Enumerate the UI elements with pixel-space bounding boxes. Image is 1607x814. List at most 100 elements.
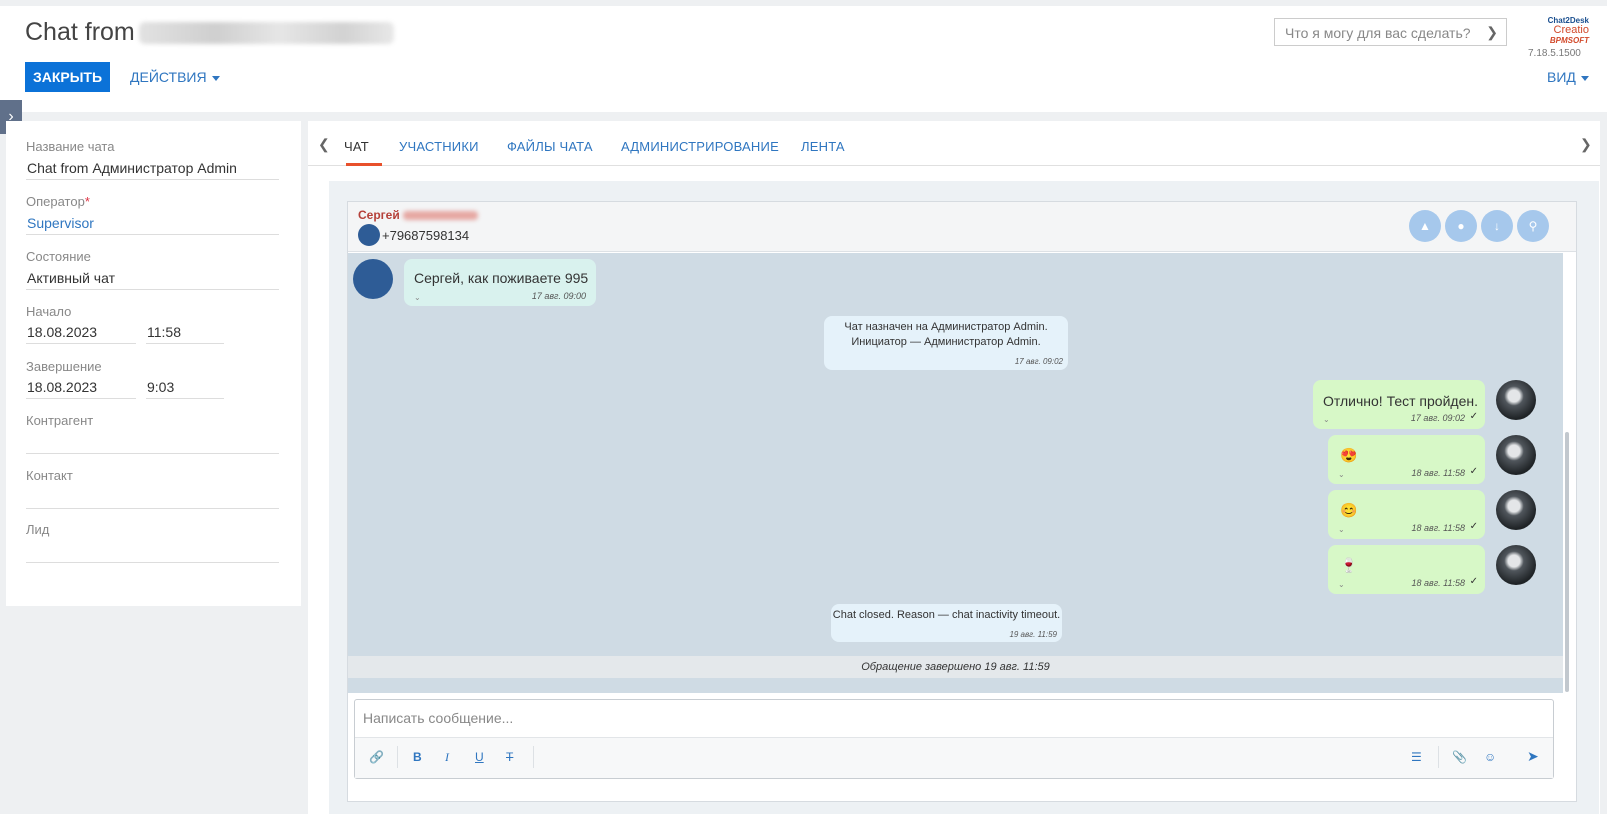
channel-cloud-icon — [358, 224, 380, 246]
message-time: 19 авг. 11:59 — [1009, 630, 1057, 639]
lead-input[interactable] — [26, 537, 279, 563]
message-incoming[interactable]: Сергей, как поживаете 995 ⌄ 17 авг. 09:0… — [404, 259, 596, 306]
tab-bar: ❮ ЧАТ УЧАСТНИКИ ФАЙЛЫ ЧАТА АДМИНИСТРИРОВ… — [308, 121, 1600, 166]
system-message-line2: Инициатор — Администратор Admin. — [851, 336, 1041, 348]
list-icon[interactable]: ☰ — [1411, 750, 1422, 764]
state-value[interactable]: Активный чат — [26, 264, 279, 290]
state-field[interactable]: Состояние Активный чат — [26, 249, 279, 290]
system-message: Чат назначен на Администратор Admin. Ини… — [824, 316, 1068, 370]
lead-label: Лид — [26, 522, 50, 537]
chat-widget: Сергей +79687598134 ▲ ● ↓ ⚲ Сергей, как … — [347, 201, 1577, 802]
chat-name-field[interactable]: Название чата Chat from Администратор Ad… — [26, 139, 279, 180]
message-outgoing[interactable]: Отлично! Тест пройден. ⌄ 17 авг. 09:02 ✓ — [1313, 380, 1485, 429]
message-outgoing[interactable]: 😍 ⌄ 18 авг. 11:58 ✓ — [1328, 435, 1485, 484]
tabs-scroll-left-icon[interactable]: ❮ — [318, 136, 330, 153]
view-label: ВИД — [1547, 69, 1576, 85]
message-text: Сергей, как поживаете 995 — [414, 270, 589, 286]
caret-down-icon — [211, 75, 220, 81]
message-emoji: 🍷 — [1340, 557, 1358, 573]
chevron-down-icon[interactable]: ⌄ — [1338, 470, 1345, 479]
send-icon[interactable]: ➤ — [1527, 748, 1539, 765]
message-outgoing[interactable]: 🍷 ⌄ 18 авг. 11:58 ✓ — [1328, 545, 1485, 594]
chat-area: Сергей +79687598134 ▲ ● ↓ ⚲ Сергей, как … — [329, 181, 1599, 814]
account-field[interactable]: Контрагент — [26, 413, 279, 454]
contact-phone: +79687598134 — [382, 228, 470, 243]
message-time: 17 авг. 09:00 — [531, 291, 586, 301]
start-field: Начало 18.08.2023 11:58 — [26, 304, 279, 360]
download-icon[interactable]: ↓ — [1481, 210, 1513, 242]
chat-tabs-panel: ❮ ЧАТ УЧАСТНИКИ ФАЙЛЫ ЧАТА АДМИНИСТРИРОВ… — [308, 121, 1600, 814]
end-time-input[interactable]: 9:03 — [146, 373, 224, 399]
attach-icon[interactable]: 📎 — [1452, 750, 1467, 764]
toolbar-divider — [533, 746, 534, 768]
contact-first-name: Сергей — [358, 208, 400, 222]
chat-name-value[interactable]: Chat from Администратор Admin — [26, 154, 279, 180]
close-button[interactable]: ЗАКРЫТЬ — [25, 62, 110, 92]
link-icon[interactable]: 🔗 — [369, 750, 384, 764]
start-date-input[interactable]: 18.08.2023 — [26, 318, 136, 344]
operator-label-text: Оператор — [26, 194, 85, 209]
message-list: Сергей, как поживаете 995 ⌄ 17 авг. 09:0… — [348, 253, 1563, 693]
contact-input[interactable] — [26, 483, 279, 509]
message-input[interactable]: Написать сообщение... — [355, 700, 1553, 738]
tab-participants[interactable]: УЧАСТНИКИ — [399, 139, 479, 154]
message-outgoing[interactable]: 😊 ⌄ 18 авг. 11:58 ✓ — [1328, 490, 1485, 539]
end-date-input[interactable]: 18.08.2023 — [26, 373, 136, 399]
chevron-down-icon[interactable]: ⌄ — [414, 293, 421, 302]
operator-field[interactable]: Оператор* Supervisor — [26, 194, 279, 235]
toolbar-divider — [397, 746, 398, 768]
view-menu-button[interactable]: ВИД — [1547, 69, 1589, 85]
caret-down-icon — [1580, 75, 1589, 81]
user-icon[interactable]: ▲ — [1409, 210, 1441, 242]
version-label: 7.18.5.1500 — [1528, 48, 1581, 59]
lead-field[interactable]: Лид — [26, 522, 279, 563]
chat-details-panel: Название чата Chat from Администратор Ad… — [6, 121, 301, 606]
tab-chat[interactable]: ЧАТ — [344, 139, 369, 154]
composer-toolbar: 🔗 B I U T ☰ 📎 ☺ ➤ — [355, 738, 1553, 778]
comment-icon[interactable]: ● — [1445, 210, 1477, 242]
page-title-text: Chat from — [25, 18, 135, 46]
search-icon[interactable]: ⚲ — [1517, 210, 1549, 242]
delivered-check-icon: ✓ — [1469, 576, 1478, 587]
chevron-right-icon[interactable]: ❯ — [1486, 24, 1498, 41]
end-field: Завершение 18.08.2023 9:03 — [26, 359, 279, 415]
bold-icon[interactable]: B — [413, 750, 422, 764]
tabs-scroll-right-icon[interactable]: ❯ — [1580, 136, 1592, 153]
operator-value-link[interactable]: Supervisor — [26, 209, 279, 235]
redacted-name — [138, 22, 394, 45]
emoji-icon[interactable]: ☺ — [1484, 750, 1496, 764]
contact-label: Контакт — [26, 468, 73, 483]
command-search-placeholder: Что я могу для вас сделать? — [1285, 25, 1471, 41]
italic-icon[interactable]: I — [445, 750, 449, 765]
contact-avatar — [353, 259, 393, 299]
actions-menu-button[interactable]: ДЕЙСТВИЯ — [130, 69, 220, 85]
actions-label: ДЕЙСТВИЯ — [130, 69, 207, 85]
delivered-check-icon: ✓ — [1469, 521, 1478, 532]
page-header: Chat from ЗАКРЫТЬ ДЕЙСТВИЯ Что я могу дл… — [0, 6, 1607, 112]
start-label: Начало — [26, 304, 72, 319]
chat-closed-notice: Обращение завершено 19 авг. 11:59 — [348, 656, 1563, 678]
tab-administration[interactable]: АДМИНИСТРИРОВАНИЕ — [621, 139, 779, 154]
start-time-input[interactable]: 11:58 — [146, 318, 224, 344]
logo-line2: Creatio — [1553, 24, 1589, 36]
chevron-down-icon[interactable]: ⌄ — [1338, 580, 1345, 589]
tab-chat-files[interactable]: ФАЙЛЫ ЧАТА — [507, 139, 593, 154]
delivered-check-icon: ✓ — [1469, 411, 1478, 422]
tab-feed[interactable]: ЛЕНТА — [801, 139, 845, 154]
underline-icon[interactable]: U — [475, 750, 484, 764]
command-search-input[interactable]: Что я могу для вас сделать? ❯ — [1274, 18, 1507, 46]
message-time: 17 авг. 09:02 — [1410, 413, 1465, 423]
strikethrough-icon[interactable]: T — [506, 750, 513, 764]
message-time: 18 авг. 11:58 — [1411, 578, 1465, 588]
message-emoji: 😊 — [1340, 502, 1358, 518]
chevron-down-icon[interactable]: ⌄ — [1338, 525, 1345, 534]
message-list-scrollbar[interactable] — [1565, 432, 1569, 692]
chat-name-label: Название чата — [26, 139, 115, 154]
system-message-line1: Чат назначен на Администратор Admin. — [844, 321, 1048, 333]
account-input[interactable] — [26, 428, 279, 454]
page-title: Chat from — [25, 18, 394, 47]
message-time: 18 авг. 11:58 — [1411, 468, 1465, 478]
contact-field[interactable]: Контакт — [26, 468, 279, 509]
chevron-down-icon[interactable]: ⌄ — [1323, 415, 1330, 424]
operator-avatar — [1496, 490, 1536, 530]
